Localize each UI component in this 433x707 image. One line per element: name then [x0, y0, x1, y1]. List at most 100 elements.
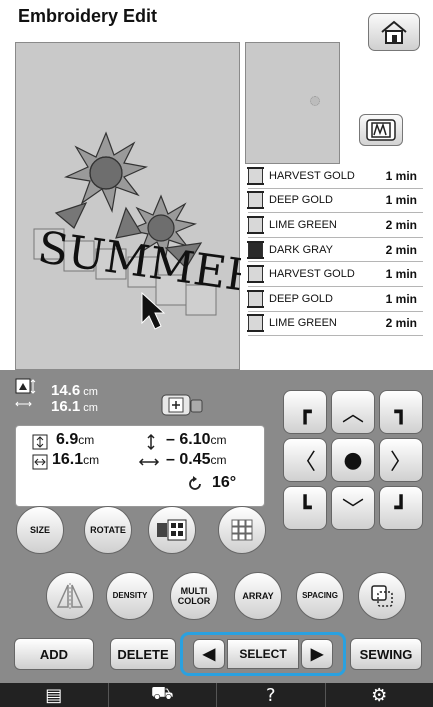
move-right-button[interactable]: 〉 [379, 438, 423, 482]
corner-up-right-icon: ┓ [394, 399, 408, 425]
grid-icon [231, 519, 253, 541]
move-left-button[interactable]: 〈 [283, 438, 327, 482]
help-icon: ? [265, 684, 276, 706]
array-button[interactable]: ARRAY [234, 572, 282, 620]
settings-icon: ⚙ [371, 684, 388, 706]
thread-row[interactable]: HARVEST GOLD 1 min [247, 164, 423, 189]
footer-tab-settings[interactable]: ⚙ [326, 683, 433, 707]
thread-time: 1 min [385, 291, 417, 306]
footer-bar: ▤ ⛟ ? ⚙ [0, 683, 433, 707]
footer-tab-document[interactable]: ▤ [0, 683, 109, 707]
thread-time: 1 min [385, 193, 417, 208]
sewing-button[interactable]: SEWING [350, 638, 422, 670]
thread-name: HARVEST GOLD [269, 268, 355, 281]
pattern-height: 14.6 cm [51, 382, 98, 399]
design-preview [245, 42, 340, 164]
border-icon [157, 519, 187, 541]
pattern-size-display: 14.6 cm 16.1 cm [15, 378, 145, 418]
home-icon [381, 20, 407, 44]
move-pad[interactable]: ┏ ︿ ┓ 〈 ● 〉 ┗ ﹀ ┛ [283, 390, 423, 530]
preview-view-button[interactable] [359, 114, 403, 146]
pattern-width: 16.1 cm [51, 398, 98, 415]
pattern-width-value: 16.1cm [52, 451, 100, 468]
embroidery-design: SUMMER [33, 131, 264, 330]
thread-row[interactable]: LIME GREEN 2 min [247, 213, 423, 238]
thread-row[interactable]: HARVEST GOLD 1 min [247, 262, 423, 287]
horizontal-move-icon [138, 458, 160, 466]
center-dot-icon: ● [343, 447, 363, 473]
document-icon: ▤ [45, 684, 63, 706]
thread-spool-icon [247, 240, 264, 259]
design-text: SUMMER [35, 222, 241, 304]
move-down-left-button[interactable]: ┗ [283, 486, 327, 530]
thread-spool-icon [247, 191, 264, 210]
vertical-offset-value: – 6.10cm [166, 431, 227, 448]
width-icon [32, 454, 48, 470]
pattern-info-box: 6.9cm 16.1cm – 6.10cm – 0.45cm 16° [15, 425, 265, 507]
thread-time: 1 min [385, 267, 417, 282]
thread-time: 2 min [385, 217, 417, 232]
thread-time: 2 min [385, 316, 417, 331]
move-up-left-button[interactable]: ┏ [283, 390, 327, 434]
hoop-view-icon [366, 119, 396, 141]
thread-name: DEEP GOLD [269, 292, 333, 305]
add-button[interactable]: ADD [14, 638, 94, 670]
footer-tab-help[interactable]: ? [217, 683, 326, 707]
thread-row[interactable]: LIME GREEN 2 min [247, 312, 423, 337]
move-up-right-button[interactable]: ┓ [379, 390, 423, 434]
sewing-machine-icon: ⛟ [150, 683, 174, 704]
move-down-button[interactable]: ﹀ [331, 486, 375, 530]
chevron-left-icon: 〈 [293, 450, 316, 475]
embroidery-canvas[interactable]: SUMMER [15, 42, 264, 370]
horizontal-offset-value: – 0.45cm [166, 451, 227, 468]
home-button[interactable] [368, 13, 420, 51]
size-dimensions-icon [15, 378, 36, 407]
height-icon [32, 434, 48, 450]
rotate-icon [189, 476, 201, 490]
mirror-button[interactable] [46, 572, 94, 620]
pattern-height-value: 6.9cm [56, 431, 95, 448]
triangle-right-icon: ▶ [310, 646, 324, 663]
delete-button[interactable]: DELETE [110, 638, 176, 670]
thread-name: HARVEST GOLD [269, 169, 355, 182]
chevron-up-icon: ︿ [341, 402, 364, 427]
corner-down-left-icon: ┗ [298, 495, 312, 521]
triangle-left-icon: ◀ [202, 646, 216, 663]
mirror-icon [56, 583, 84, 609]
hoop-position-button[interactable] [160, 392, 204, 418]
select-label: SELECT [227, 639, 299, 669]
thread-name: LIME GREEN [269, 218, 337, 231]
grid-button[interactable] [218, 506, 266, 554]
rotate-button[interactable]: ROTATE [84, 506, 132, 554]
center-button[interactable]: ● [331, 438, 375, 482]
border-button[interactable] [148, 506, 196, 554]
thread-spool-icon [247, 215, 264, 234]
corner-down-right-icon: ┛ [394, 495, 408, 521]
move-up-button[interactable]: ︿ [331, 390, 375, 434]
select-group: ◀ SELECT ▶ [180, 632, 346, 676]
thread-color-list[interactable]: HARVEST GOLD 1 min DEEP GOLD 1 min LIME GR… [247, 164, 423, 337]
duplicate-icon [371, 585, 393, 607]
chevron-right-icon: 〉 [389, 450, 412, 475]
spacing-button[interactable]: SPACING [296, 572, 344, 620]
preview-thumbnail [310, 96, 320, 106]
rotation-angle-value: 16° [212, 474, 237, 491]
thread-spool-icon [247, 289, 264, 308]
thread-spool-icon [247, 265, 264, 284]
thread-row[interactable]: DEEP GOLD 1 min [247, 189, 423, 214]
select-previous-button[interactable]: ◀ [193, 639, 225, 669]
corner-up-left-icon: ┏ [298, 399, 312, 425]
density-button[interactable]: DENSITY [106, 572, 154, 620]
multi-color-button[interactable]: MULTI COLOR [170, 572, 218, 620]
thread-name: DARK GRAY [269, 243, 333, 256]
thread-row[interactable]: DEEP GOLD 1 min [247, 287, 423, 312]
thread-row[interactable]: DARK GRAY 2 min [247, 238, 423, 263]
duplicate-button[interactable] [358, 572, 406, 620]
select-next-button[interactable]: ▶ [301, 639, 333, 669]
thread-name: DEEP GOLD [269, 194, 333, 207]
page-title: Embroidery Edit [18, 6, 158, 26]
size-button[interactable]: SIZE [16, 506, 64, 554]
move-down-right-button[interactable]: ┛ [379, 486, 423, 530]
hoop-position-icon [161, 394, 203, 416]
footer-tab-machine[interactable]: ⛟ [109, 683, 217, 707]
